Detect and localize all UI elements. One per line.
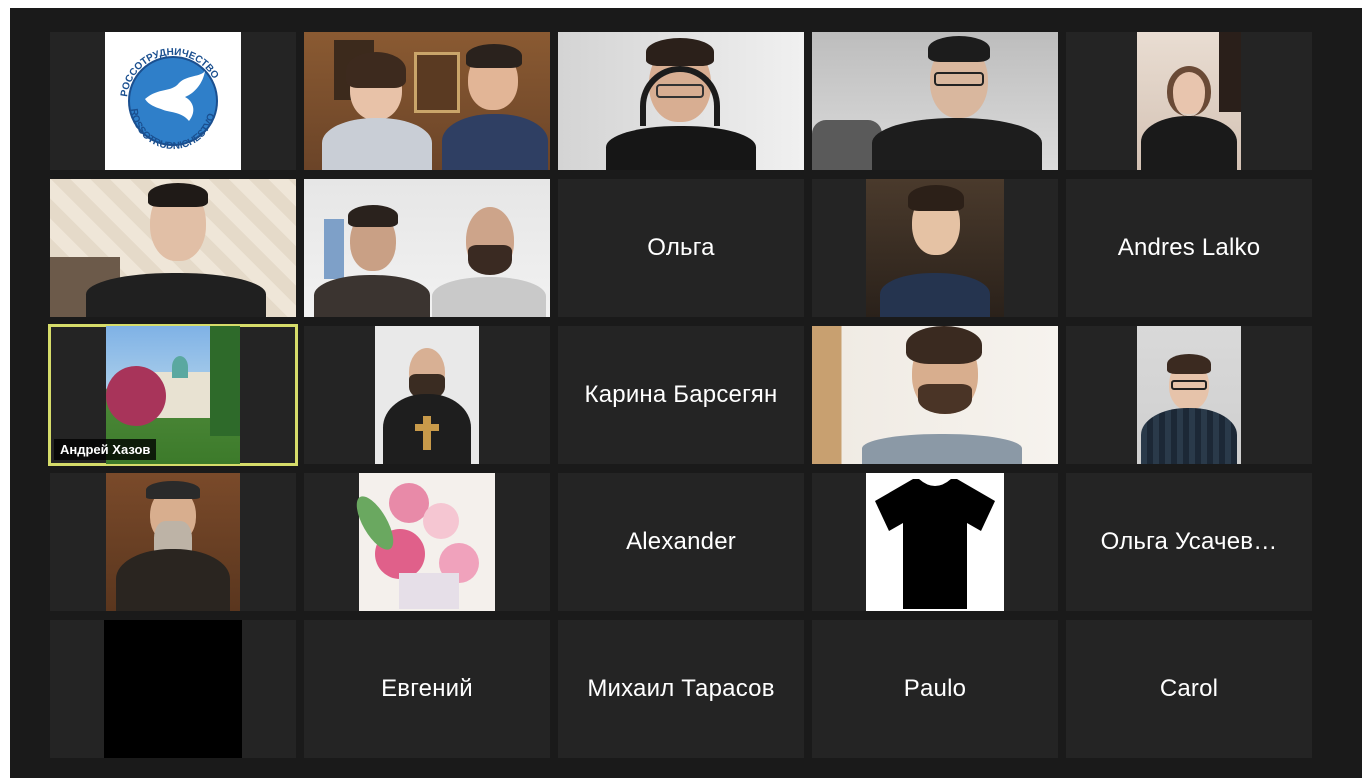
participant-video-tile[interactable] — [304, 32, 550, 170]
participant-video-tile[interactable] — [50, 179, 296, 317]
participant-avatar — [106, 473, 240, 611]
participant-logo: РОССОТРУДНИЧЕСТВО ROSSOTRUDNICHESTVO — [105, 32, 241, 170]
participant-name: Ольга — [647, 234, 715, 261]
participant-name: Евгений — [381, 675, 473, 702]
participant-video — [304, 32, 550, 170]
participant-avatar — [375, 326, 479, 464]
participant-tile[interactable]: Carol — [1066, 620, 1312, 758]
participant-video — [304, 179, 550, 317]
gallery-view-grid: РОССОТРУДНИЧЕСТВО ROSSOTRUDNICHESTVO Оль… — [48, 32, 1312, 758]
rossotrudnichestvo-logo-icon: РОССОТРУДНИЧЕСТВО ROSSOTRUDNICHESTVO — [119, 47, 220, 152]
participant-tile[interactable]: Paulo — [812, 620, 1058, 758]
participant-tile[interactable]: Евгений — [304, 620, 550, 758]
participant-name: Михаил Тарасов — [587, 675, 775, 702]
participant-tile[interactable]: Ольга Усачев… — [1066, 473, 1312, 611]
participant-tile[interactable]: Михаил Тарасов — [558, 620, 804, 758]
participant-name: Andres Lalko — [1117, 234, 1261, 261]
participant-tile[interactable]: Andres Lalko — [1066, 179, 1312, 317]
participant-name: Карина Барсегян — [584, 381, 778, 408]
participant-name-label: Андрей Хазов — [54, 439, 157, 460]
participant-video — [812, 32, 1058, 170]
participant-avatar — [866, 473, 1004, 611]
participant-video-tile[interactable] — [1066, 32, 1312, 170]
participant-name: Paulo — [903, 675, 967, 702]
participant-name: Alexander — [626, 528, 736, 555]
participant-tile[interactable] — [812, 473, 1058, 611]
participant-video — [50, 179, 296, 317]
participant-video — [1137, 32, 1241, 170]
participant-name: Ольга Усачев… — [1100, 528, 1278, 555]
participant-name: Carol — [1159, 675, 1219, 702]
participant-video-tile[interactable] — [304, 179, 550, 317]
active-speaker-tile[interactable]: Андрей Хазов — [48, 324, 298, 466]
participant-video-tile[interactable] — [812, 32, 1058, 170]
meeting-window: РОССОТРУДНИЧЕСТВО ROSSOTRUDNICHESTVO Оль… — [10, 8, 1362, 778]
participant-video — [812, 326, 1058, 464]
participant-tile[interactable] — [304, 473, 550, 611]
participant-tile[interactable]: Alexander — [558, 473, 804, 611]
participant-video-tile[interactable] — [812, 179, 1058, 317]
participant-tile[interactable] — [50, 473, 296, 611]
participant-video-tile[interactable] — [558, 32, 804, 170]
participant-video — [866, 179, 1004, 317]
participant-avatar — [349, 473, 495, 611]
participant-tile[interactable]: Ольга — [558, 179, 804, 317]
participant-video — [558, 32, 804, 170]
participant-video — [1137, 326, 1241, 464]
participant-tile[interactable]: Карина Барсегян — [558, 326, 804, 464]
participant-tile[interactable] — [304, 326, 550, 464]
participant-video-tile[interactable] — [50, 620, 296, 758]
participant-video — [104, 620, 242, 758]
participant-tile[interactable]: РОССОТРУДНИЧЕСТВО ROSSOTRUDNICHESTVO — [50, 32, 296, 170]
t-shirt-icon — [875, 479, 995, 609]
participant-video-tile[interactable] — [1066, 326, 1312, 464]
participant-video-tile[interactable] — [812, 326, 1058, 464]
